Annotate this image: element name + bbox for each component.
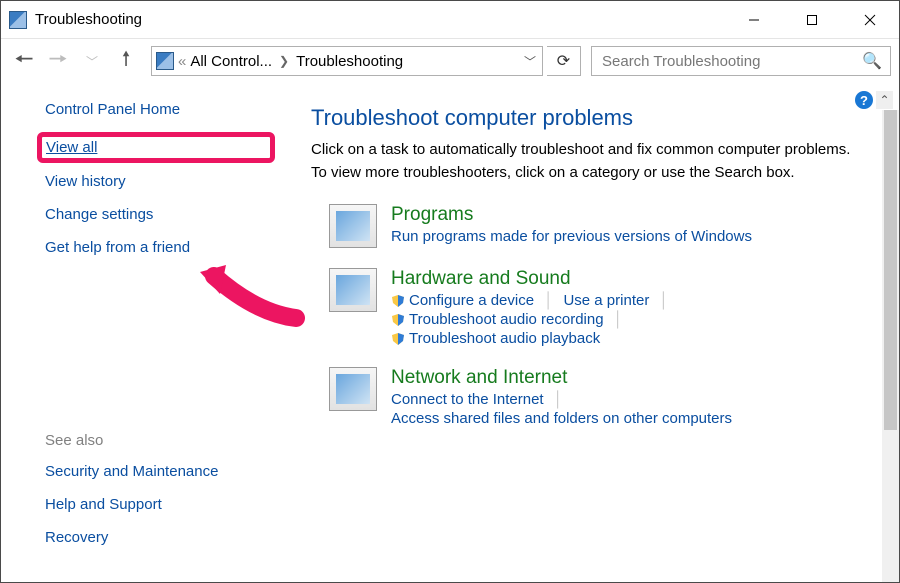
scroll-up-button[interactable]: ⌃ (876, 91, 893, 109)
divider: │ (554, 391, 563, 408)
help-icon[interactable]: ? (855, 91, 873, 109)
sidebar-link-recovery[interactable]: Recovery (45, 529, 275, 546)
category-title-hardware[interactable]: Hardware and Sound (391, 268, 869, 290)
category-icon-network (329, 367, 377, 411)
search-box[interactable]: 🔍 (591, 46, 891, 76)
category-hardware-sound: Hardware and Sound Configure a device │ … (329, 268, 869, 347)
nav-row: 🠔 🠖 ﹀ 🠕 « All Control... ❯ Troubleshooti… (1, 39, 899, 83)
see-also-label: See also (45, 432, 275, 449)
address-dropdown-icon[interactable]: ﹀ (524, 53, 536, 70)
main-content: ? ⌃ Troubleshoot computer problems Click… (291, 83, 899, 582)
category-icon-programs (329, 204, 377, 248)
refresh-button[interactable]: ⟳ (547, 46, 581, 76)
shield-icon (391, 313, 405, 327)
app-icon (9, 11, 27, 29)
scrollbar[interactable] (882, 110, 899, 582)
minimize-button[interactable] (725, 1, 783, 39)
address-overflow-icon[interactable]: « (178, 53, 186, 70)
shield-icon (391, 294, 405, 308)
sidebar-link-change-settings[interactable]: Change settings (45, 206, 275, 223)
recent-dropdown[interactable]: ﹀ (77, 46, 107, 76)
category-title-programs[interactable]: Programs (391, 204, 752, 226)
category-title-network[interactable]: Network and Internet (391, 367, 869, 389)
breadcrumb-current[interactable]: Troubleshooting (296, 53, 403, 70)
breadcrumb-parent[interactable]: All Control... (190, 53, 272, 70)
link-audio-recording[interactable]: Troubleshoot audio recording (391, 311, 604, 328)
link-use-printer[interactable]: Use a printer (563, 292, 649, 309)
divider: │ (659, 292, 668, 309)
maximize-button[interactable] (783, 1, 841, 39)
link-run-programs-compat[interactable]: Run programs made for previous versions … (391, 228, 752, 245)
divider: │ (614, 311, 623, 328)
content-body: Control Panel Home View all View history… (1, 83, 899, 582)
window-title: Troubleshooting (35, 11, 142, 28)
back-button[interactable]: 🠔 (9, 46, 39, 76)
link-connect-internet[interactable]: Connect to the Internet (391, 391, 544, 408)
shield-icon (391, 332, 405, 346)
sidebar-link-get-help[interactable]: Get help from a friend (45, 239, 275, 256)
category-programs: Programs Run programs made for previous … (329, 204, 869, 248)
title-bar: Troubleshooting (1, 1, 899, 39)
divider: │ (544, 292, 553, 309)
scrollbar-thumb[interactable] (884, 110, 897, 430)
sidebar-link-view-all[interactable]: View all (46, 139, 250, 156)
link-audio-playback[interactable]: Troubleshoot audio playback (391, 330, 600, 347)
up-button[interactable]: 🠕 (111, 46, 141, 76)
annotation-highlight: View all (37, 132, 275, 163)
search-icon[interactable]: 🔍 (862, 51, 882, 71)
sidebar-link-home[interactable]: Control Panel Home (45, 101, 275, 118)
category-icon-hardware (329, 268, 377, 312)
sidebar-link-help-support[interactable]: Help and Support (45, 496, 275, 513)
address-bar[interactable]: « All Control... ❯ Troubleshooting ﹀ (151, 46, 543, 76)
category-network: Network and Internet Connect to the Inte… (329, 367, 869, 427)
link-access-shared[interactable]: Access shared files and folders on other… (391, 410, 732, 427)
address-icon (156, 52, 174, 70)
sidebar: Control Panel Home View all View history… (1, 83, 291, 582)
sidebar-link-view-history[interactable]: View history (45, 173, 275, 190)
link-configure-device[interactable]: Configure a device (391, 292, 534, 309)
forward-button[interactable]: 🠖 (43, 46, 73, 76)
search-input[interactable] (600, 52, 882, 71)
page-heading: Troubleshoot computer problems (311, 105, 869, 131)
sidebar-link-security[interactable]: Security and Maintenance (45, 463, 275, 480)
page-description: Click on a task to automatically trouble… (311, 139, 869, 184)
close-button[interactable] (841, 1, 899, 39)
breadcrumb-sep-icon[interactable]: ❯ (279, 54, 289, 68)
